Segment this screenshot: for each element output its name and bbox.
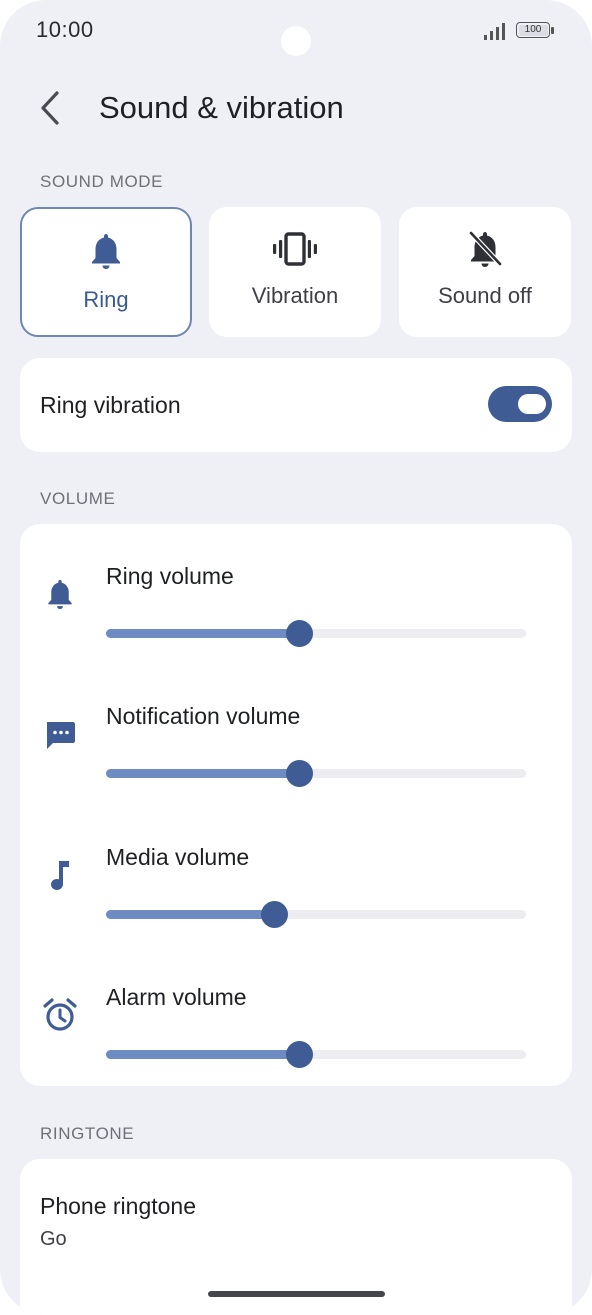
vibration-icon — [209, 229, 381, 269]
media-volume-label: Media volume — [106, 844, 250, 870]
status-time: 10:00 — [36, 17, 94, 42]
section-label-ringtone: RINGTONE — [40, 1124, 135, 1143]
notification-volume-row: Notification volume — [20, 679, 572, 819]
page-title: Sound & vibration — [99, 90, 344, 125]
phone-ringtone-label: Phone ringtone — [40, 1193, 197, 1219]
notification-volume-slider[interactable] — [106, 760, 526, 787]
slider-thumb[interactable] — [261, 901, 288, 928]
notification-volume-label: Notification volume — [106, 703, 301, 729]
ring-volume-slider[interactable] — [106, 620, 526, 647]
message-icon — [42, 717, 78, 753]
sound-mode-vibration[interactable]: Vibration — [209, 207, 381, 337]
volume-card: Ring volume Notification volume Media vo… — [20, 524, 572, 1086]
alarm-volume-slider[interactable] — [106, 1041, 526, 1068]
alarm-volume-label: Alarm volume — [106, 984, 247, 1010]
sound-mode-vibration-label: Vibration — [251, 283, 339, 308]
bell-icon — [22, 231, 190, 271]
bell-icon — [42, 576, 78, 612]
ring-vibration-label: Ring vibration — [40, 392, 181, 418]
signal-icon — [484, 23, 505, 40]
battery-level: 100 — [524, 24, 542, 35]
section-label-volume: VOLUME — [40, 489, 116, 508]
sound-mode-ring[interactable]: Ring — [20, 207, 192, 337]
ring-volume-label: Ring volume — [106, 563, 234, 589]
slider-thumb[interactable] — [286, 1041, 314, 1068]
slider-thumb[interactable] — [286, 760, 314, 787]
sound-mode-ring-label: Ring — [83, 287, 129, 312]
ring-vibration-row[interactable]: Ring vibration — [20, 358, 572, 452]
slider-thumb[interactable] — [286, 620, 314, 647]
battery-icon: 100 — [516, 22, 550, 38]
alarm-volume-row: Alarm volume — [20, 960, 572, 1100]
bell-off-icon — [399, 229, 571, 269]
media-volume-slider[interactable] — [106, 901, 526, 928]
front-camera — [281, 26, 311, 56]
chevron-left-icon — [41, 91, 59, 125]
sound-mode-sound-off-label: Sound off — [438, 283, 532, 308]
ring-vibration-toggle[interactable] — [488, 386, 552, 422]
back-button[interactable] — [30, 86, 70, 130]
sound-mode-sound-off[interactable]: Sound off — [399, 207, 571, 337]
media-volume-row: Media volume — [20, 820, 572, 960]
ring-volume-row: Ring volume — [20, 539, 572, 679]
phone-ringtone-value: Go — [40, 1228, 67, 1250]
alarm-clock-icon — [42, 997, 78, 1033]
status-bar: 10:00 100 — [0, 0, 592, 60]
phone-screen: 10:00 100 Sound & vibration SOUND MODE R… — [0, 0, 592, 1315]
music-note-icon — [42, 857, 78, 893]
home-indicator[interactable] — [208, 1291, 385, 1297]
section-label-sound-mode: SOUND MODE — [40, 172, 164, 191]
